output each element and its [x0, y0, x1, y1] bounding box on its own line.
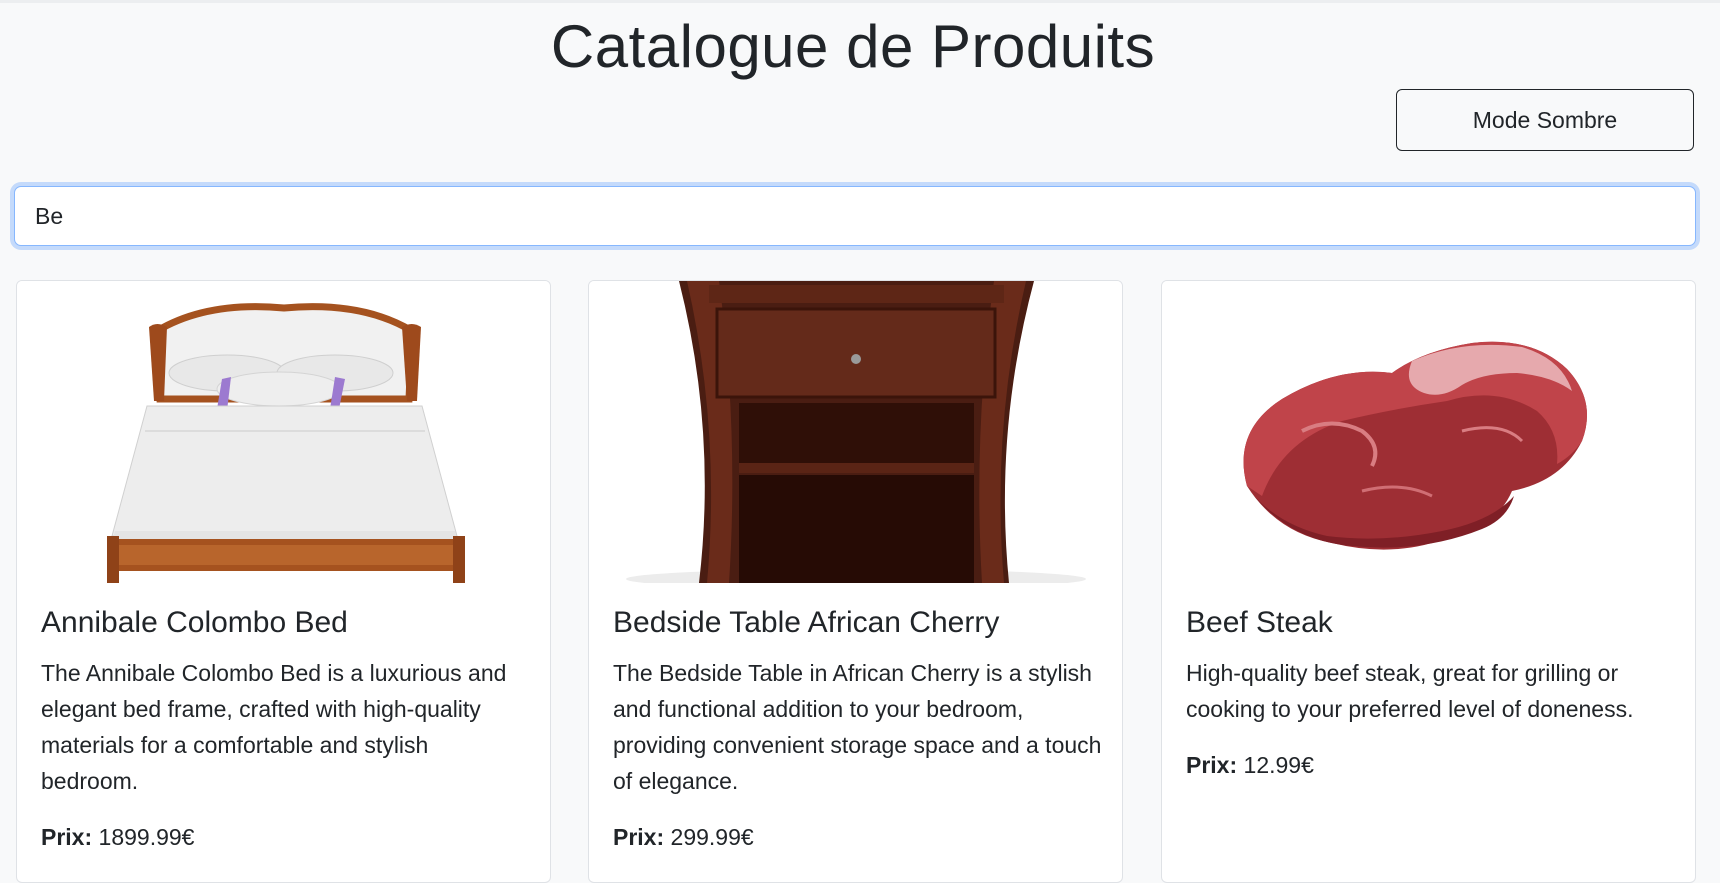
product-card[interactable]: Beef Steak High-quality beef steak, grea… [1161, 280, 1696, 883]
product-name: Beef Steak [1186, 606, 1333, 639]
search-input[interactable] [14, 186, 1696, 246]
product-description: The Bedside Table in African Cherry is a… [613, 660, 1102, 794]
price-value: 12.99€ [1243, 752, 1314, 778]
product-price: Prix: 12.99€ [1186, 747, 1676, 783]
product-description: High-quality beef steak, great for grill… [1186, 660, 1634, 722]
card-body: Beef Steak High-quality beef steak, grea… [1186, 603, 1676, 783]
product-price: Prix: 1899.99€ [41, 819, 531, 855]
price-label: Prix: [1186, 752, 1238, 778]
product-description: The Annibale Colombo Bed is a luxurious … [41, 660, 507, 794]
card-body: Bedside Table African Cherry The Bedside… [613, 603, 1103, 855]
price-value: 299.99€ [670, 824, 754, 850]
beef-steak-image [1162, 281, 1695, 583]
product-card[interactable]: Annibale Colombo Bed The Annibale Colomb… [16, 280, 551, 883]
dark-mode-button[interactable]: Mode Sombre [1396, 89, 1694, 151]
card-body: Annibale Colombo Bed The Annibale Colomb… [41, 603, 531, 855]
product-name: Bedside Table African Cherry [613, 606, 1000, 639]
bed-image [17, 281, 550, 583]
page-title: Catalogue de Produits [550, 13, 1156, 80]
top-divider [0, 0, 1720, 3]
product-price: Prix: 299.99€ [613, 819, 1103, 855]
product-grid: Annibale Colombo Bed The Annibale Colomb… [16, 280, 1696, 883]
price-label: Prix: [613, 824, 665, 850]
bedside-table-image [589, 281, 1122, 583]
price-value: 1899.99€ [98, 824, 195, 850]
product-card[interactable]: Bedside Table African Cherry The Bedside… [588, 280, 1123, 883]
product-name: Annibale Colombo Bed [41, 606, 348, 639]
price-label: Prix: [41, 824, 93, 850]
